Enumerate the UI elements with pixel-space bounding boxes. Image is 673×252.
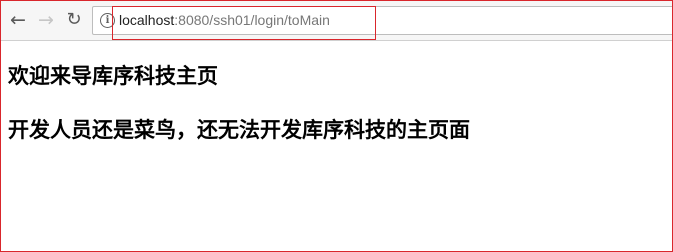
address-url[interactable]: localhost:8080/ssh01/login/toMain xyxy=(119,12,330,28)
url-host: localhost xyxy=(119,12,175,28)
welcome-heading: 欢迎来导库序科技主页 xyxy=(8,64,218,88)
forward-arrow-icon[interactable]: → xyxy=(34,8,58,32)
url-path: :8080/ssh01/login/toMain xyxy=(174,12,330,28)
address-bar[interactable]: i localhost:8080/ssh01/login/toMain xyxy=(92,6,673,35)
back-arrow-icon[interactable]: ← xyxy=(6,8,30,32)
info-icon[interactable]: i xyxy=(100,13,115,28)
status-heading: 开发人员还是菜鸟，还无法开发库序科技的主页面 xyxy=(8,118,470,142)
browser-toolbar: ← → ↻ i localhost:8080/ssh01/login/toMai… xyxy=(0,0,673,41)
reload-icon[interactable]: ↻ xyxy=(62,8,86,32)
